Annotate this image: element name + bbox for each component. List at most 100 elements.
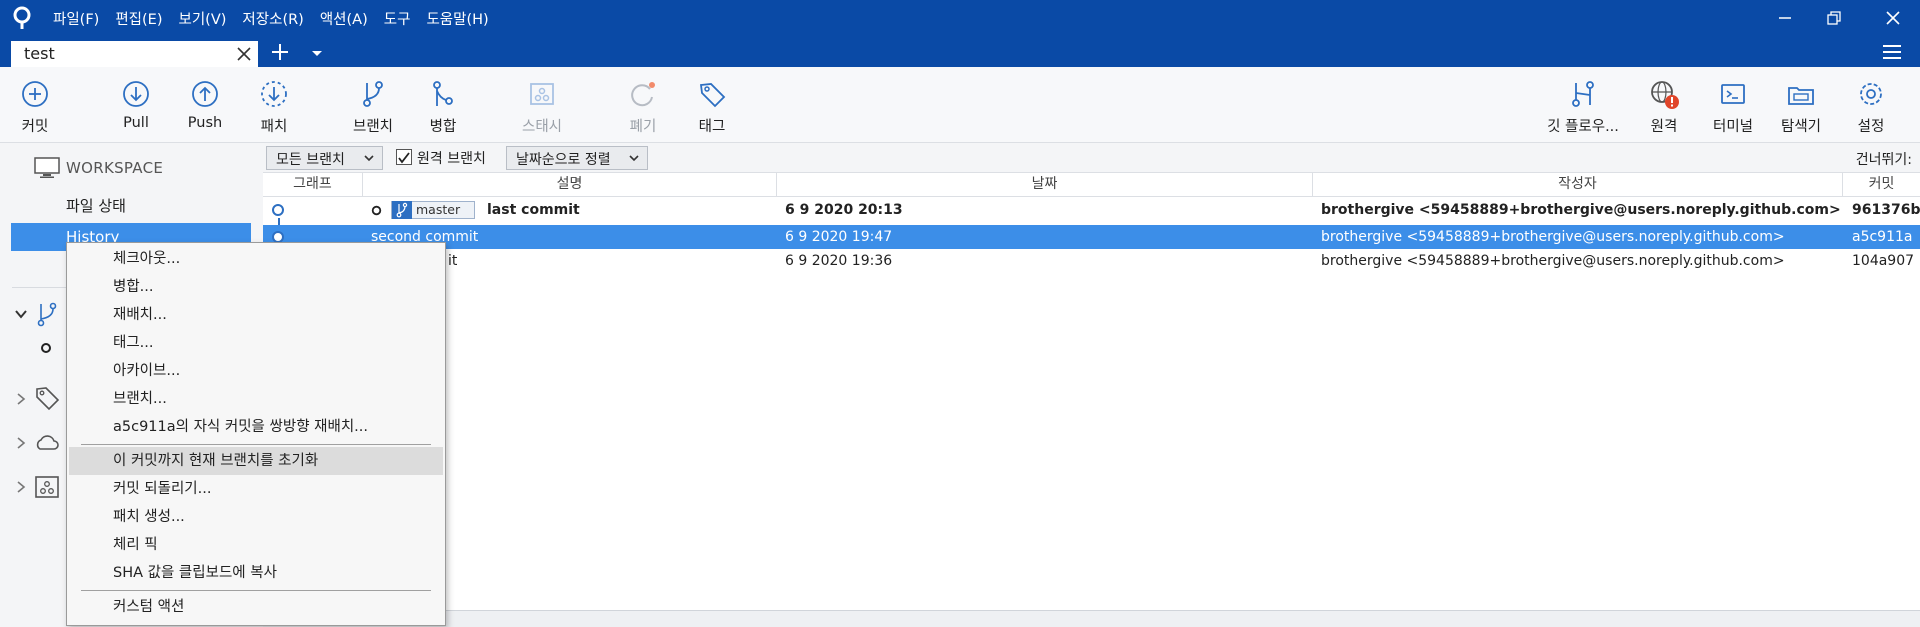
commit-context-menu: 체크아웃... 병합... 재배치... 태그... 아카이브... 브랜치..…: [66, 242, 446, 626]
cloud-icon[interactable]: [34, 430, 60, 456]
menu-actions[interactable]: 액션(A): [320, 8, 368, 29]
menu-edit[interactable]: 편집(E): [115, 8, 162, 29]
sidebar-item-file-status[interactable]: 파일 상태: [0, 192, 240, 220]
hamburger-menu-icon[interactable]: [1880, 40, 1904, 64]
menu-item-archive[interactable]: 아카이브...: [69, 357, 443, 385]
workspace-header: WORKSPACE: [34, 157, 163, 179]
commit-button[interactable]: 커밋: [12, 67, 58, 143]
branches-icon[interactable]: [34, 301, 60, 327]
tab-list-chevron-icon[interactable]: [308, 44, 326, 62]
table-row[interactable]: second commit 6 9 2020 19:47 brothergive…: [263, 225, 1920, 249]
push-button[interactable]: Push: [182, 67, 228, 143]
sort-value: 날짜순으로 정렬: [516, 152, 611, 168]
gitflow-button[interactable]: 깃 플로우...: [1540, 67, 1626, 143]
menu-item-checkout[interactable]: 체크아웃...: [69, 245, 443, 273]
menu-item-custom-actions[interactable]: 커스텀 액션: [69, 593, 443, 621]
menu-view[interactable]: 보기(V): [179, 8, 227, 29]
terminal-icon: [1721, 84, 1745, 104]
close-window-button[interactable]: [1870, 0, 1916, 36]
stash-label: 스태시: [521, 119, 563, 135]
discard-label: 폐기: [629, 119, 657, 135]
menu-item-copy-sha[interactable]: SHA 값을 클립보드에 복사: [69, 559, 443, 587]
menu-separator: [81, 444, 431, 445]
menu-item-rebase[interactable]: 재배치...: [69, 301, 443, 329]
menu-tools[interactable]: 도구: [384, 8, 411, 29]
discard-button[interactable]: 폐기: [620, 67, 666, 143]
globe-icon: [1651, 81, 1679, 109]
branch-button[interactable]: 브랜치: [348, 67, 398, 143]
remote-button[interactable]: 원격: [1641, 67, 1687, 143]
col-commit[interactable]: 커밋: [1843, 173, 1920, 197]
chevron-right-icon[interactable]: [14, 480, 28, 494]
pull-arrow-icon: [123, 81, 149, 107]
folder-icon: [1788, 87, 1814, 105]
branch-label-master[interactable]: master: [391, 201, 476, 219]
remote-branches-checkbox[interactable]: [396, 149, 412, 165]
minimize-button[interactable]: [1762, 0, 1808, 36]
chevron-down-icon[interactable]: [14, 307, 28, 321]
menu-item-interactive-rebase[interactable]: a5c911a의 자식 커밋을 쌍방향 재배치...: [69, 413, 443, 441]
col-date[interactable]: 날짜: [777, 173, 1313, 197]
merge-label: 병합: [429, 119, 457, 135]
stashes-icon[interactable]: [34, 474, 60, 500]
menu-item-branch[interactable]: 브랜치...: [69, 385, 443, 413]
col-author[interactable]: 작성자: [1313, 173, 1843, 197]
branch-icon: [363, 81, 383, 107]
commit-label: 커밋: [21, 119, 49, 135]
tag-button[interactable]: 태그: [689, 67, 735, 143]
gitflow-label: 깃 플로우...: [1547, 119, 1619, 135]
merge-button[interactable]: 병합: [420, 67, 466, 143]
branch-filter-dropdown[interactable]: 모든 브랜치: [266, 146, 383, 170]
chevron-down-icon: [364, 155, 374, 162]
col-graph[interactable]: 그래프: [263, 173, 363, 197]
gitflow-icon: [1572, 81, 1594, 107]
stash-button[interactable]: 스태시: [514, 67, 570, 143]
add-tab-icon[interactable]: [268, 40, 292, 64]
merge-icon: [433, 81, 453, 106]
explorer-button[interactable]: 탐색기: [1776, 67, 1826, 143]
menu-help[interactable]: 도움말(H): [426, 8, 488, 29]
sort-dropdown[interactable]: 날짜순으로 정렬: [506, 146, 648, 170]
menu-bar: 파일(F) 편집(E) 보기(V) 저장소(R) 액션(A) 도구 도움말(H): [53, 0, 505, 36]
tag-icon: [699, 83, 726, 108]
menu-item-revert-commit[interactable]: 커밋 되돌리기...: [69, 475, 443, 503]
tab-repository[interactable]: test: [11, 41, 258, 67]
col-description[interactable]: 설명: [363, 173, 777, 197]
table-row[interactable]: master last commit 6 9 2020 20:13 brothe…: [263, 198, 1920, 222]
pull-label: Pull: [123, 115, 149, 131]
menu-item-create-patch[interactable]: 패치 생성...: [69, 503, 443, 531]
fetch-icon: [261, 81, 287, 107]
commit-hash: 961376b: [1852, 202, 1920, 218]
commit-date: 6 9 2020 19:47: [785, 229, 893, 245]
commit-date: 6 9 2020 19:36: [785, 253, 893, 269]
branch-badge-icon: [392, 201, 412, 219]
menu-file[interactable]: 파일(F): [53, 8, 99, 29]
tab-label: test: [24, 44, 55, 63]
commit-table-header: 그래프 설명 날짜 작성자 커밋: [263, 173, 1920, 197]
pull-button[interactable]: Pull: [113, 67, 159, 143]
terminal-button[interactable]: 터미널: [1710, 67, 1756, 143]
menu-item-cherry-pick[interactable]: 체리 픽: [69, 531, 443, 559]
table-row[interactable]: it 6 9 2020 19:36 brothergive <59458889+…: [263, 249, 1920, 273]
tags-icon[interactable]: [34, 385, 60, 411]
minimize-icon: [1779, 17, 1791, 19]
menu-repository[interactable]: 저장소(R): [242, 8, 303, 29]
commit-author: brothergive <59458889+brothergive@users.…: [1321, 253, 1785, 269]
gear-icon: [1860, 83, 1882, 105]
push-label: Push: [187, 115, 223, 131]
menu-item-reset-branch[interactable]: 이 커밋까지 현재 브랜치를 초기화: [69, 447, 443, 475]
restore-button[interactable]: [1811, 0, 1857, 36]
commit-author: brothergive <59458889+brothergive@users.…: [1321, 229, 1785, 245]
chevron-down-icon: [629, 155, 639, 162]
tab-close-icon[interactable]: [234, 44, 254, 64]
branch-label: 브랜치: [352, 119, 394, 135]
menu-item-merge[interactable]: 병합...: [69, 273, 443, 301]
head-marker-icon: [371, 205, 382, 216]
chevron-right-icon[interactable]: [14, 436, 28, 450]
menu-item-tag[interactable]: 태그...: [69, 329, 443, 357]
settings-button[interactable]: 설정: [1848, 67, 1894, 143]
stash-icon: [530, 83, 554, 105]
patch-button[interactable]: 패치: [251, 67, 297, 143]
chevron-right-icon[interactable]: [14, 392, 28, 406]
restore-icon: [1827, 11, 1841, 25]
